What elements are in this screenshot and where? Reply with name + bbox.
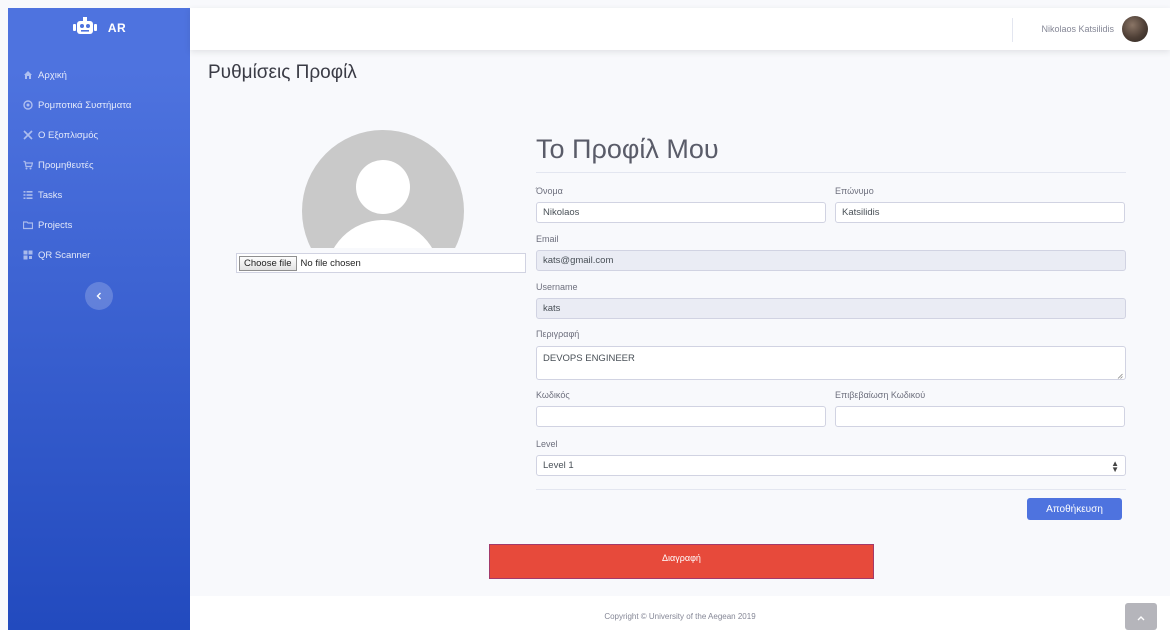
user-name: Nikolaos Katsilidis (1041, 24, 1114, 34)
sidebar-item-suppliers[interactable]: Προμηθευτές (8, 150, 190, 180)
topbar: Nikolaos Katsilidis (190, 8, 1170, 50)
scroll-to-top-button[interactable] (1125, 603, 1157, 630)
level-label: Level (536, 439, 558, 449)
sidebar-item-projects[interactable]: Projects (8, 210, 190, 240)
home-icon (22, 70, 33, 81)
list-icon (22, 190, 33, 201)
page-title: Ρυθμίσεις Προφίλ (208, 62, 357, 83)
folder-icon (22, 220, 33, 231)
file-upload-input[interactable]: Choose file No file chosen (236, 253, 526, 273)
file-status: No file chosen (300, 257, 361, 269)
sidebar-toggle-button[interactable] (85, 282, 113, 310)
delete-button[interactable]: Διαγραφή (489, 544, 874, 579)
chevron-up-icon (1137, 608, 1145, 626)
brand[interactable]: AR (8, 8, 190, 48)
sidebar-item-label: Tasks (38, 189, 63, 201)
username-label: Username (536, 282, 578, 292)
select-arrows-icon: ▲ ▼ (1111, 459, 1119, 474)
sidebar-item-equipment[interactable]: Ο Εξοπλισμός (8, 120, 190, 150)
copyright-text: Copyright © University of the Aegean 201… (604, 612, 756, 621)
description-textarea[interactable]: DEVOPS ENGINEER (536, 346, 1126, 380)
first-name-input[interactable]: Nikolaos (536, 202, 826, 223)
user-menu[interactable]: Nikolaos Katsilidis (1041, 16, 1148, 42)
email-field[interactable]: kats@gmail.com (536, 250, 1126, 271)
last-name-input[interactable]: Katsilidis (835, 202, 1125, 223)
sidebar-item-home[interactable]: Αρχική (8, 60, 190, 90)
divider (536, 172, 1126, 173)
username-field[interactable]: kats (536, 298, 1126, 319)
chevron-left-icon (95, 287, 103, 305)
password-input[interactable] (536, 406, 826, 427)
qrcode-icon (22, 250, 33, 261)
email-label: Email (536, 234, 559, 244)
avatar (1122, 16, 1148, 42)
last-name-label: Επώνυμο (835, 186, 874, 196)
first-name-label: Όνομα (536, 186, 563, 196)
tools-icon (22, 130, 33, 141)
robot-icon (22, 100, 33, 111)
sidebar-item-label: Ο Εξοπλισμός (38, 129, 99, 141)
sidebar: AR Αρχική Ρομποτικά Συστήματα Ο Εξοπλισμ… (8, 8, 190, 630)
sidebar-item-qr-scanner[interactable]: QR Scanner (8, 240, 190, 270)
sidebar-item-label: QR Scanner (38, 249, 91, 261)
sidebar-item-label: Προμηθευτές (38, 159, 94, 171)
footer: Copyright © University of the Aegean 201… (190, 596, 1170, 630)
profile-picture-placeholder (302, 130, 464, 248)
brand-name: AR (107, 21, 127, 35)
sidebar-item-tasks[interactable]: Tasks (8, 180, 190, 210)
choose-file-button[interactable]: Choose file (239, 255, 297, 271)
password-confirm-label: Επιβεβαίωση Κωδικού (835, 390, 926, 400)
sidebar-item-label: Αρχική (38, 69, 67, 81)
resize-handle-icon[interactable] (1117, 371, 1123, 379)
level-select[interactable]: Level 1 ▲ ▼ (536, 455, 1126, 476)
save-button[interactable]: Αποθήκευση (1027, 498, 1122, 520)
topbar-divider (1012, 18, 1013, 42)
cart-icon (22, 160, 33, 171)
profile-heading: Το Προφίλ Μου (536, 134, 719, 164)
description-label: Περιγραφή (536, 329, 580, 339)
password-label: Κωδικός (536, 390, 570, 400)
divider (536, 489, 1126, 490)
sidebar-item-label: Projects (38, 219, 73, 231)
password-confirm-input[interactable] (835, 406, 1125, 427)
sidebar-item-label: Ρομποτικά Συστήματα (38, 99, 132, 111)
sidebar-item-robotic-systems[interactable]: Ρομποτικά Συστήματα (8, 90, 190, 120)
robot-logo-icon (72, 16, 98, 41)
